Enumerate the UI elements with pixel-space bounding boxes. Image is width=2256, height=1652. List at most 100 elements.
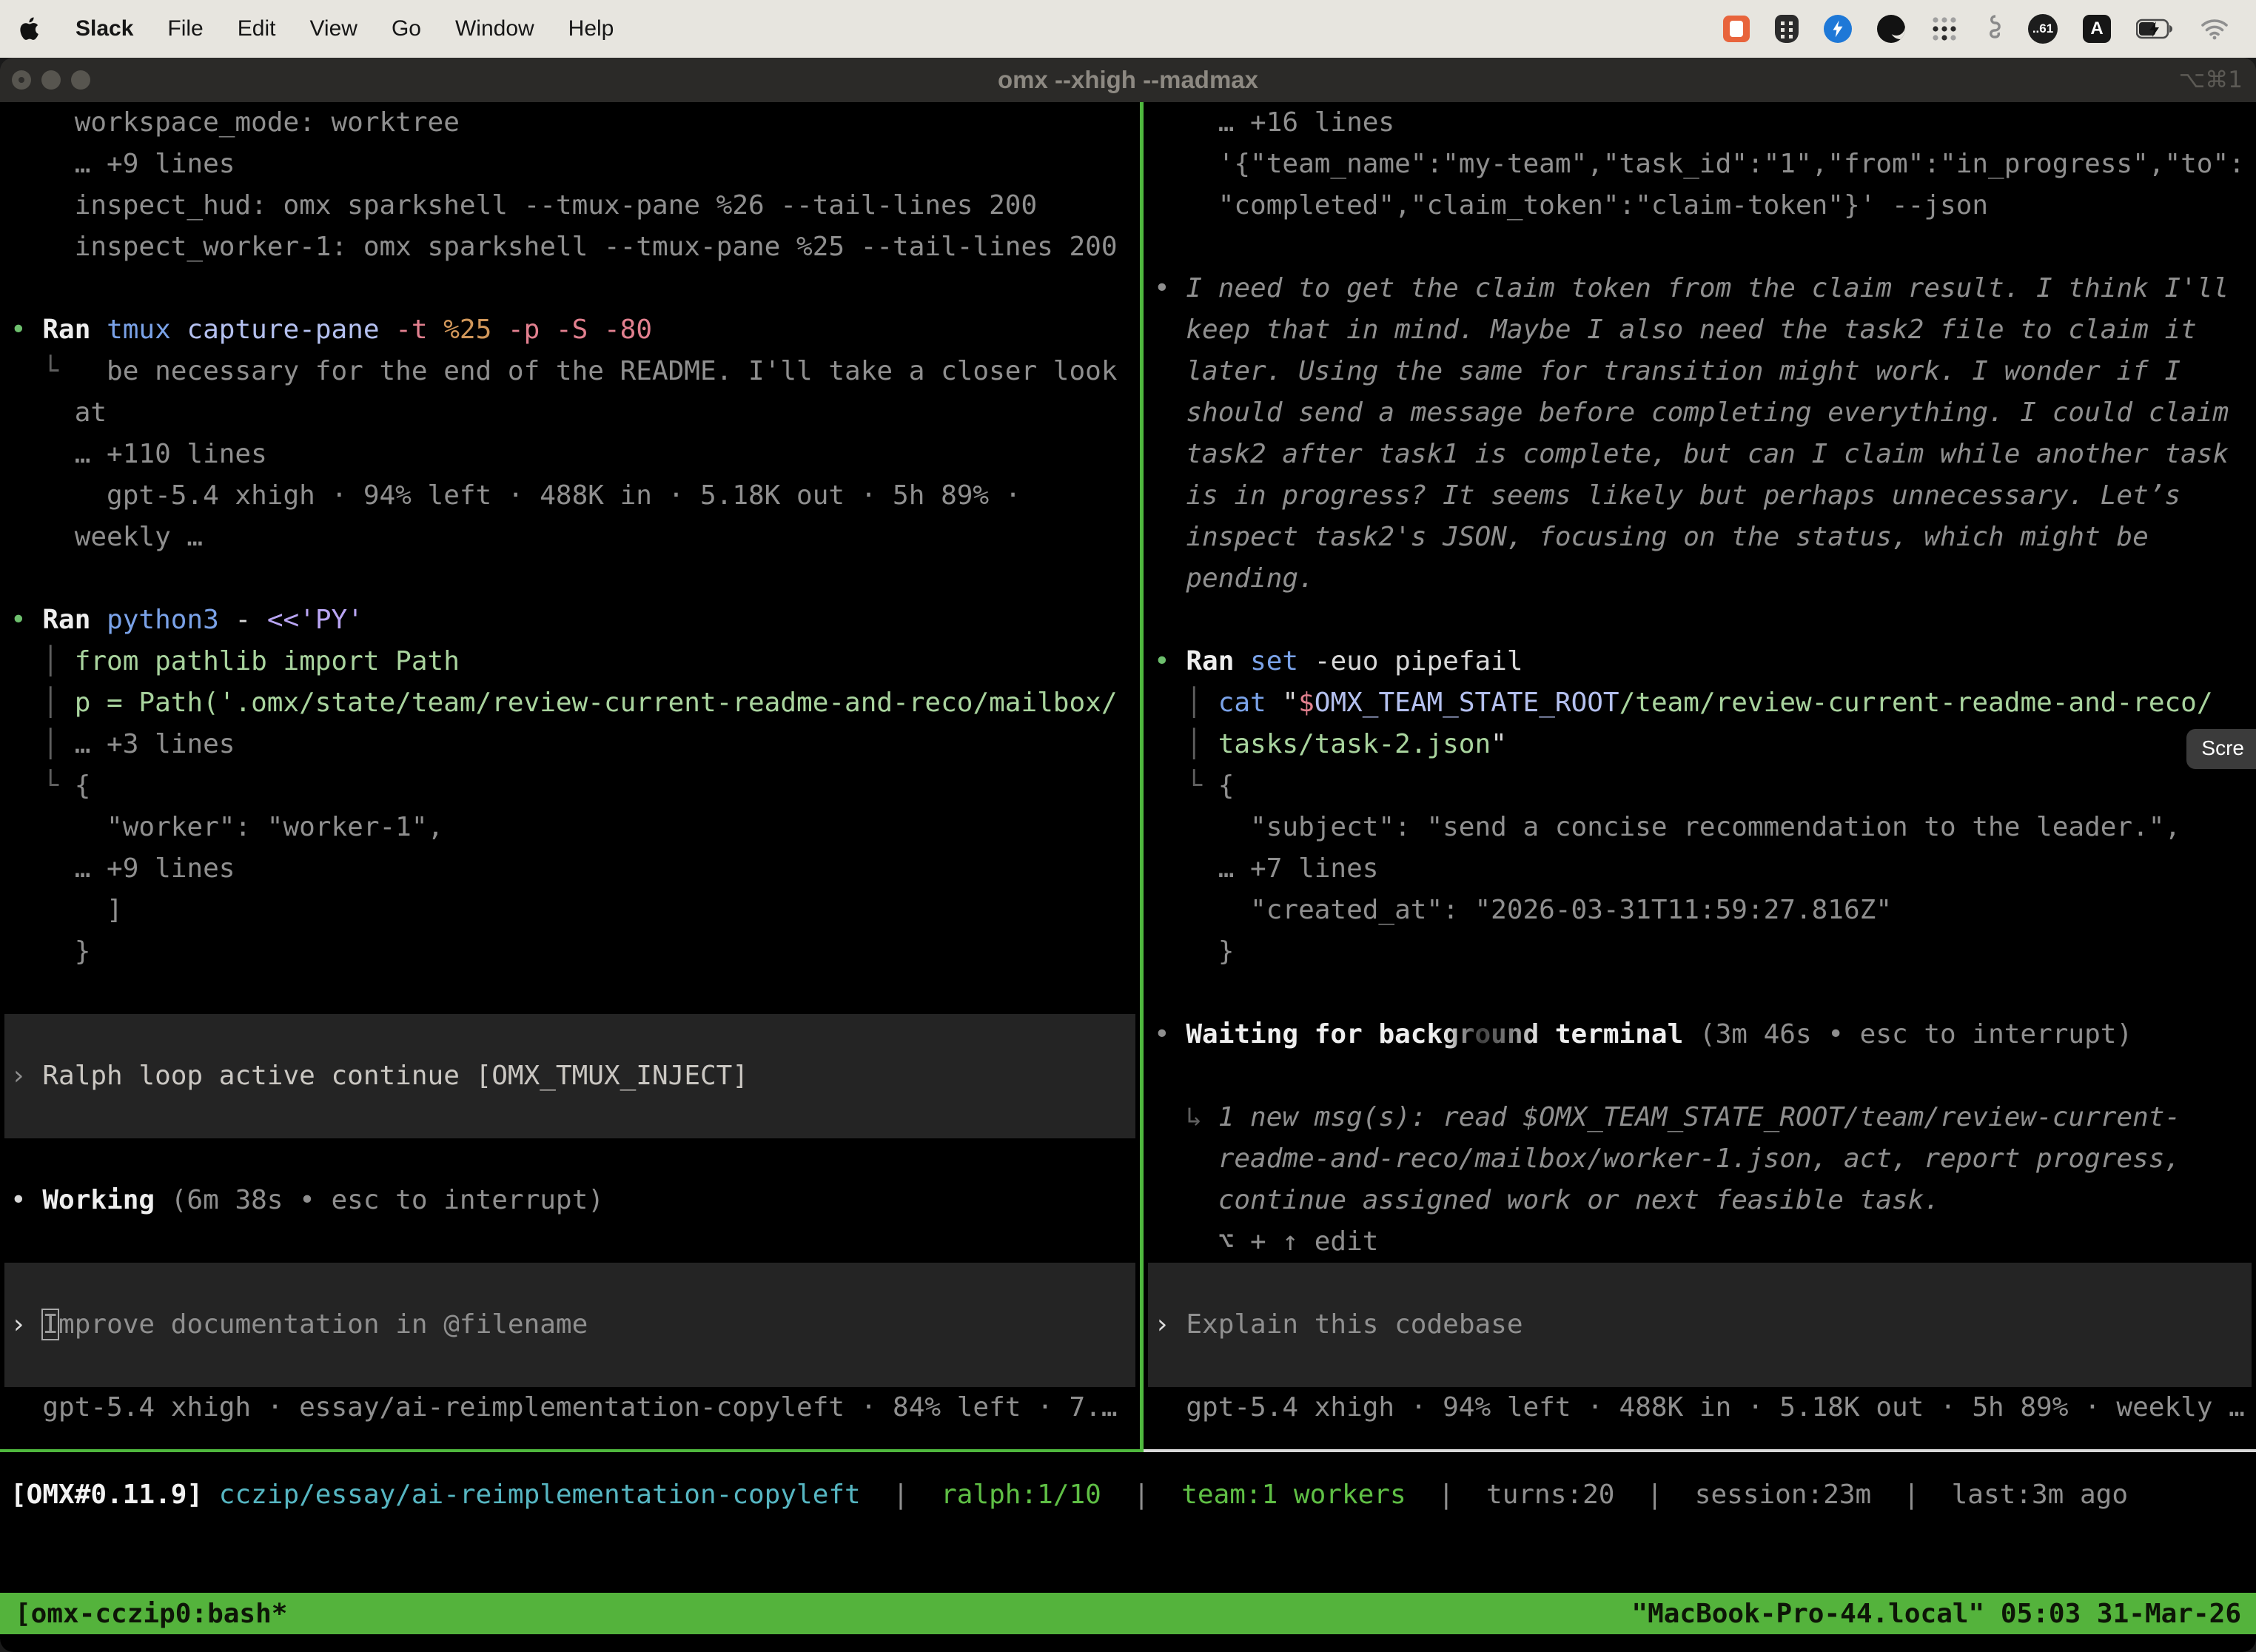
terminal-row: ⌥ + ↑ edit [1144, 1221, 2256, 1263]
terminal-row [0, 558, 1140, 600]
prompt-input-row[interactable]: › Improve documentation in @filename [4, 1304, 1135, 1346]
window-shortcut-badge: ⌥⌘1 [2179, 58, 2243, 102]
terminal-row: "worker": "worker-1", [0, 807, 1140, 848]
terminal-row: "completed","claim_token":"claim-token"}… [1144, 185, 2256, 226]
terminal-row: "created_at": "2026-03-31T11:59:27.816Z" [1144, 890, 2256, 931]
wifi-icon[interactable] [2200, 17, 2229, 41]
terminal-row: • Working (6m 38s • esc to interrupt) [0, 1180, 1140, 1221]
terminal-row: keep that in mind. Maybe I also need the… [1144, 309, 2256, 351]
terminal-row: … +9 lines [0, 848, 1140, 890]
terminal-row: › Ralph loop active continue [OMX_TMUX_I… [4, 1055, 1135, 1097]
terminal-row [4, 1097, 1135, 1138]
terminal-row: │ from pathlib import Path [0, 641, 1140, 682]
terminal-row: … +16 lines [1144, 102, 2256, 144]
terminal-row: workspace_mode: worktree [0, 102, 1140, 144]
terminal-row: │ tasks/task-2.json" [1144, 724, 2256, 765]
right-terminal-pane[interactable]: … +16 lines '{"team_name":"my-team","tas… [1144, 102, 2256, 1449]
terminal-content: workspace_mode: worktree … +9 lines insp… [0, 102, 2256, 1652]
terminal-row: pending. [1144, 558, 2256, 600]
terminal-row: "subject": "send a concise recommendatio… [1144, 807, 2256, 848]
minimize-button[interactable] [41, 70, 61, 90]
terminal-row: │ p = Path('.omx/state/team/review-curre… [0, 682, 1140, 724]
terminal-row: at [0, 392, 1140, 434]
terminal-row: └ { [1144, 765, 2256, 807]
menu-item-help[interactable]: Help [568, 16, 614, 41]
terminal-row: … +110 lines [0, 434, 1140, 475]
lightning-badge-icon[interactable] [1824, 15, 1852, 43]
tmux-host-clock-label: "MacBook-Pro-44.local" 05:03 31-Mar-26 [1631, 1599, 2241, 1629]
menu-app-name[interactable]: Slack [75, 16, 133, 41]
text-cursor: I [42, 1309, 58, 1340]
zoom-button[interactable] [71, 70, 90, 90]
terminal-row: └ { [0, 765, 1140, 807]
crescent-app-icon[interactable] [1877, 15, 1905, 43]
terminal-row: • Ran set -euo pipefail [1144, 641, 2256, 682]
prompt-input-row[interactable]: › Explain this codebase [1148, 1304, 2252, 1346]
screen-tooltip: Scre [2186, 729, 2256, 769]
menu-item-window[interactable]: Window [455, 16, 534, 41]
terminal-row: '{"team_name":"my-team","task_id":"1","f… [1144, 144, 2256, 185]
keyboard-key-text: A [2090, 19, 2103, 39]
terminal-row: ↳ 1 new msg(s): read $OMX_TEAM_STATE_ROO… [1144, 1097, 2256, 1138]
menu-item-file[interactable]: File [167, 16, 203, 41]
terminal-row [4, 1014, 1135, 1055]
terminal-row: └ be necessary for the end of the README… [0, 351, 1140, 392]
window-title-bar[interactable]: omx --xhigh --madmax ⌥⌘1 [0, 58, 2256, 102]
chat-app-icon[interactable] [1723, 16, 1750, 42]
terminal-row: is in progress? It seems likely but perh… [1144, 475, 2256, 517]
terminal-row: inspect task2's JSON, focusing on the st… [1144, 517, 2256, 558]
terminal-window: omx --xhigh --madmax ⌥⌘1 workspace_mode:… [0, 58, 2256, 1652]
terminal-row: gpt-5.4 xhigh · 94% left · 488K in · 5.1… [1144, 1387, 2256, 1428]
battery-charging-icon[interactable] [2136, 18, 2175, 40]
terminal-row [1144, 973, 2256, 1014]
terminal-row: • Ran python3 - <<'PY' [0, 600, 1140, 641]
dots-grid-icon[interactable] [1930, 15, 1958, 43]
menu-item-view[interactable]: View [309, 16, 357, 41]
close-button[interactable] [12, 70, 31, 90]
terminal-row: } [1144, 931, 2256, 973]
menu-items: File Edit View Go Window Help [167, 16, 648, 41]
terminal-row: gpt-5.4 xhigh · 94% left · 488K in · 5.1… [0, 475, 1140, 517]
terminal-row [1144, 600, 2256, 641]
terminal-row: │ … +3 lines [0, 724, 1140, 765]
tmux-status-bar: [omx-cczip0:bash* "MacBook-Pro-44.local"… [0, 1593, 2256, 1634]
shield-grid-icon[interactable] [1775, 15, 1799, 43]
battery-percent-badge-icon[interactable]: ..61 [2028, 14, 2058, 44]
terminal-row: … +9 lines [0, 144, 1140, 185]
menu-item-go[interactable]: Go [392, 16, 421, 41]
battery-badge-text: ..61 [2032, 21, 2053, 36]
terminal-row: • Ran tmux capture-pane -t %25 -p -S -80 [0, 309, 1140, 351]
terminal-row [1148, 1346, 2252, 1387]
tmux-session-label: [omx-cczip0:bash* [15, 1599, 287, 1629]
terminal-row: │ cat "$OMX_TEAM_STATE_ROOT/team/review-… [1144, 682, 2256, 724]
terminal-row: … +7 lines [1144, 848, 2256, 890]
terminal-row: readme-and-reco/mailbox/worker-1.json, a… [1144, 1138, 2256, 1180]
terminal-row: inspect_hud: omx sparkshell --tmux-pane … [0, 185, 1140, 226]
hud-pane: [OMX#0.11.9] cczip/essay/ai-reimplementa… [0, 1452, 2256, 1593]
keyboard-a-icon[interactable]: A [2083, 15, 2111, 43]
terminal-row: • I need to get the claim token from the… [1144, 268, 2256, 309]
terminal-row: [OMX#0.11.9] cczip/essay/ai-reimplementa… [0, 1474, 2256, 1516]
screen: Slack File Edit View Go Window Help ..61 A [0, 0, 2256, 1652]
terminal-row: ] [0, 890, 1140, 931]
terminal-row [0, 268, 1140, 309]
terminal-row [0, 1221, 1140, 1263]
terminal-row: should send a message before completing … [1144, 392, 2256, 434]
terminal-row: weekly … [0, 517, 1140, 558]
terminal-row [0, 1138, 1140, 1180]
menu-status-icons: ..61 A [1723, 14, 2237, 44]
terminal-row [0, 973, 1140, 1014]
apple-menu-icon[interactable] [19, 14, 44, 44]
terminal-row [1148, 1263, 2252, 1304]
terminal-row: continue assigned work or next feasible … [1144, 1180, 2256, 1221]
terminal-row [4, 1263, 1135, 1304]
terminal-row: later. Using the same for transition mig… [1144, 351, 2256, 392]
menu-item-edit[interactable]: Edit [238, 16, 276, 41]
left-terminal-pane[interactable]: workspace_mode: worktree … +9 lines insp… [0, 102, 1140, 1449]
terminal-row: task2 after task1 is complete, but can I… [1144, 434, 2256, 475]
squiggle-app-icon[interactable] [1984, 14, 2003, 44]
terminal-row: gpt-5.4 xhigh · essay/ai-reimplementatio… [0, 1387, 1140, 1428]
terminal-row: inspect_worker-1: omx sparkshell --tmux-… [0, 226, 1140, 268]
terminal-row: } [0, 931, 1140, 973]
terminal-row [4, 1346, 1135, 1387]
